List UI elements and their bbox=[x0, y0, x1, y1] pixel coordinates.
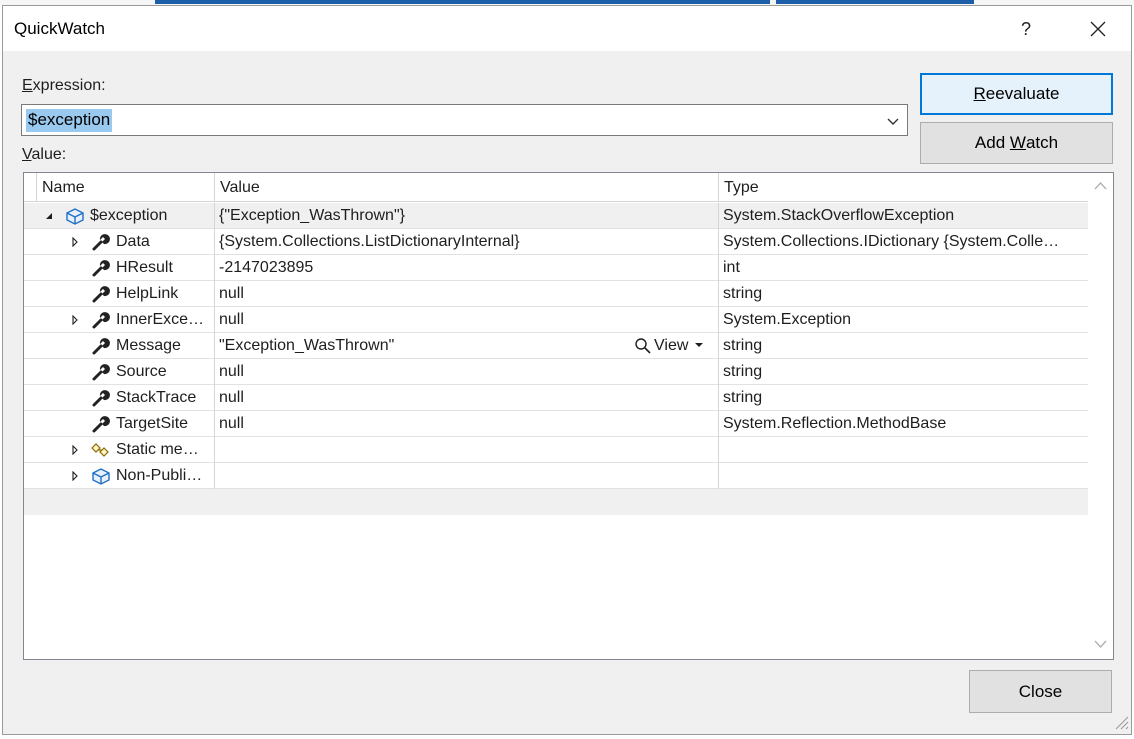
collapse-arrow-icon[interactable] bbox=[42, 203, 56, 228]
row-type bbox=[719, 463, 1087, 488]
row-value[interactable]: null bbox=[215, 281, 615, 306]
row-value[interactable]: null bbox=[215, 359, 615, 384]
static-members-icon bbox=[90, 439, 112, 461]
row-value[interactable] bbox=[215, 437, 615, 462]
row-type bbox=[719, 437, 1087, 462]
row-name: Message bbox=[116, 337, 181, 354]
row-name: Data bbox=[116, 233, 150, 250]
object-icon bbox=[90, 465, 112, 487]
close-button[interactable]: Close bbox=[969, 670, 1112, 713]
wrench-icon bbox=[90, 283, 112, 305]
add-watch-label-rest: atch bbox=[1025, 133, 1059, 152]
grid-row[interactable]: InnerExce… null System.Exception bbox=[24, 307, 1088, 333]
expression-label-accelerator: E bbox=[22, 77, 33, 94]
row-name: InnerExce… bbox=[116, 311, 205, 328]
row-name: HResult bbox=[116, 259, 173, 276]
column-header-name[interactable]: Name bbox=[36, 173, 214, 202]
expand-arrow-icon[interactable] bbox=[68, 307, 82, 332]
add-watch-accelerator: W bbox=[1009, 133, 1026, 152]
expression-combobox[interactable]: $exception bbox=[21, 104, 908, 136]
object-icon bbox=[64, 205, 86, 227]
row-value[interactable]: "Exception_WasThrown" bbox=[215, 333, 615, 358]
reevaluate-label: eevaluate bbox=[985, 84, 1060, 103]
value-label: Value: bbox=[22, 146, 66, 164]
close-window-button[interactable] bbox=[1075, 11, 1121, 47]
close-icon bbox=[1090, 21, 1106, 37]
grid-row[interactable]: Data {System.Collections.ListDictionaryIn… bbox=[24, 229, 1088, 255]
grid-row[interactable]: HelpLink null string bbox=[24, 281, 1088, 307]
quickwatch-dialog: QuickWatch ? Expression: $exception Valu… bbox=[2, 5, 1132, 735]
value-grid[interactable]: Name Value Type $exception {"Exception_Wa… bbox=[23, 172, 1114, 660]
text-visualizer-view-button[interactable]: View bbox=[634, 333, 704, 358]
expression-input[interactable]: $exception bbox=[26, 109, 113, 132]
grid-header: Name Value Type bbox=[24, 173, 1088, 202]
row-name: Non-Publi… bbox=[116, 467, 203, 484]
reevaluate-accelerator: R bbox=[973, 84, 986, 103]
row-type: string bbox=[723, 285, 763, 302]
column-header-value[interactable]: Value bbox=[214, 173, 718, 202]
row-type: int bbox=[723, 259, 740, 276]
wrench-icon bbox=[90, 231, 112, 253]
row-name: $exception bbox=[90, 207, 168, 224]
wrench-icon bbox=[90, 361, 112, 383]
row-type: string bbox=[723, 363, 763, 380]
expression-label: Expression: bbox=[22, 77, 106, 95]
view-dropdown[interactable] bbox=[694, 337, 704, 355]
row-type: string bbox=[723, 337, 763, 354]
grid-row[interactable]: StackTrace null string bbox=[24, 385, 1088, 411]
expand-arrow-icon[interactable] bbox=[68, 229, 82, 254]
resize-grip-icon[interactable] bbox=[1113, 714, 1129, 730]
grid-row[interactable]: HResult -2147023895 int bbox=[24, 255, 1088, 281]
chevron-down-icon[interactable] bbox=[884, 112, 902, 130]
scroll-up-icon[interactable] bbox=[1094, 181, 1107, 191]
row-value[interactable]: null bbox=[215, 385, 615, 410]
grid-row[interactable]: $exception {"Exception_WasThrown"} System.… bbox=[24, 203, 1088, 229]
wrench-icon bbox=[90, 257, 112, 279]
wrench-icon bbox=[90, 413, 112, 435]
background-tab-bar bbox=[155, 0, 770, 4]
scroll-down-icon[interactable] bbox=[1094, 639, 1107, 649]
vertical-scrollbar[interactable] bbox=[1088, 173, 1113, 659]
expand-arrow-icon[interactable] bbox=[68, 463, 82, 488]
row-type: string bbox=[723, 389, 763, 406]
row-value[interactable]: -2147023895 bbox=[215, 255, 615, 280]
background-tab-bar-2 bbox=[776, 0, 974, 4]
help-button[interactable]: ? bbox=[1006, 11, 1046, 47]
grid-row[interactable]: Source null string bbox=[24, 359, 1088, 385]
row-value[interactable]: null bbox=[215, 411, 615, 436]
row-type: System.Collections.IDictionary {System.C… bbox=[723, 233, 1060, 250]
grid-row[interactable]: Message "Exception_WasThrown" View string bbox=[24, 333, 1088, 359]
grid-row[interactable]: Static me… bbox=[24, 437, 1088, 463]
dialog-title: QuickWatch bbox=[14, 19, 106, 38]
row-type: System.Exception bbox=[723, 311, 852, 328]
add-watch-button[interactable]: Add Watch bbox=[920, 122, 1113, 164]
reevaluate-button[interactable]: Reevaluate bbox=[920, 73, 1113, 115]
expand-arrow-icon[interactable] bbox=[68, 437, 82, 462]
row-name: StackTrace bbox=[116, 389, 197, 406]
title-bar: QuickWatch ? bbox=[3, 6, 1131, 51]
dropdown-caret-icon bbox=[695, 342, 704, 347]
row-value[interactable]: {"Exception_WasThrown"} bbox=[215, 203, 615, 228]
row-value[interactable]: null bbox=[215, 307, 615, 332]
row-type: System.StackOverflowException bbox=[723, 207, 955, 224]
grid-row[interactable]: Non-Publi… bbox=[24, 463, 1088, 489]
wrench-icon bbox=[90, 387, 112, 409]
view-label: View bbox=[654, 336, 689, 354]
row-type: System.Reflection.MethodBase bbox=[723, 415, 947, 432]
expression-label-text: xpression: bbox=[32, 77, 106, 94]
row-value[interactable]: {System.Collections.ListDictionaryIntern… bbox=[215, 229, 615, 254]
grid-empty-area bbox=[24, 489, 1088, 515]
row-name: TargetSite bbox=[116, 415, 189, 432]
row-name: HelpLink bbox=[116, 285, 179, 302]
row-value[interactable] bbox=[215, 463, 615, 488]
add-watch-label-pre: Add bbox=[974, 133, 1010, 152]
row-name: Source bbox=[116, 363, 167, 380]
value-label-text: alue: bbox=[31, 146, 67, 163]
wrench-icon bbox=[90, 335, 112, 357]
magnifier-icon bbox=[635, 337, 651, 354]
wrench-icon bbox=[90, 309, 112, 331]
column-header-type[interactable]: Type bbox=[718, 173, 1088, 202]
row-name: Static me… bbox=[116, 441, 199, 458]
grid-row[interactable]: TargetSite null System.Reflection.MethodBa… bbox=[24, 411, 1088, 437]
